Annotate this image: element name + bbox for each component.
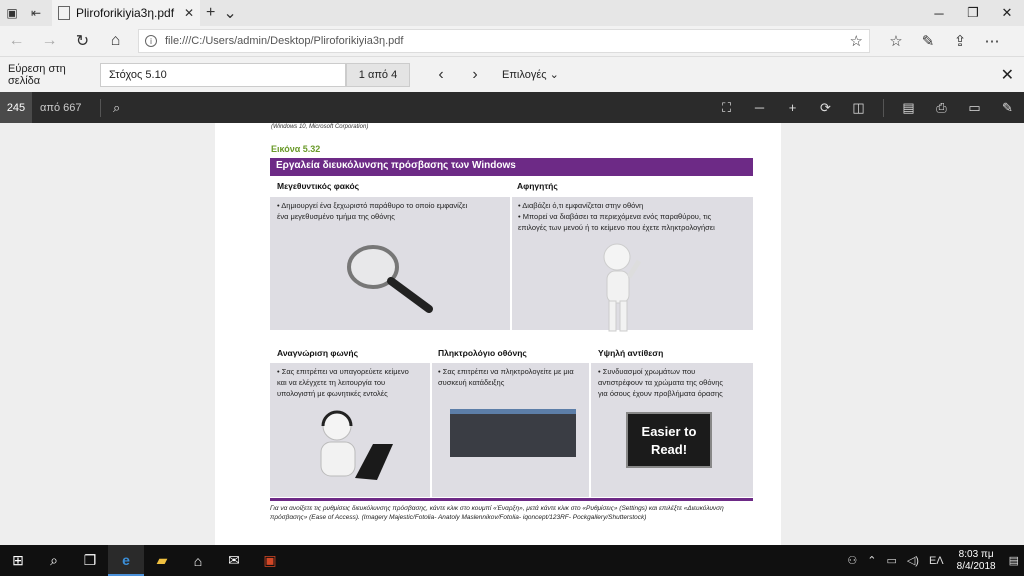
- address-field[interactable]: i file:///C:/Users/admin/Desktop/Plirofo…: [138, 29, 870, 53]
- mail-icon[interactable]: ✉: [216, 545, 252, 576]
- save-icon[interactable]: ▭: [958, 100, 991, 116]
- cell-title: Μεγεθυντικός φακός: [277, 181, 360, 191]
- headset-figure-icon: [320, 410, 393, 480]
- favorite-star-icon[interactable]: ☆: [850, 32, 863, 50]
- tab-active[interactable]: Pliroforikiyia3η.pdf ✕: [52, 0, 200, 26]
- taskbar: ⊞ ⌕ ❐ e ▰ ⌂ ✉ ▣ ⚇ ⌃ ▭ ◁) ΕΛ 8:03 πμ 8/4/…: [0, 545, 1024, 576]
- page-layout-icon[interactable]: ◫: [842, 100, 875, 116]
- close-window-button[interactable]: ✕: [990, 0, 1024, 26]
- task-view-icon[interactable]: ❐: [72, 545, 108, 576]
- close-tab-icon[interactable]: ✕: [184, 6, 194, 20]
- narrator-figure-icon: [603, 243, 642, 332]
- home-button[interactable]: ⌂: [99, 26, 132, 56]
- cell-title: Υψηλή αντίθεση: [598, 348, 664, 358]
- speech-bullets: • Σας επιτρέπει να υπαγορεύετε κείμενο κ…: [277, 367, 409, 398]
- print-icon[interactable]: ⎙: [925, 100, 958, 116]
- page-count: από 667: [40, 101, 82, 114]
- share-icon[interactable]: ⇪: [944, 32, 976, 50]
- notifications-icon[interactable]: ▤: [1004, 554, 1024, 567]
- figure-label: Εικόνα 5.32: [271, 144, 321, 154]
- tab-title: Pliroforikiyia3η.pdf: [76, 6, 175, 20]
- find-count: 1 από 4: [346, 62, 410, 87]
- url-text: file:///C:/Users/admin/Desktop/Plirofori…: [165, 35, 404, 47]
- save-as-icon[interactable]: ✎: [991, 100, 1024, 116]
- tab-preview-chevron-icon[interactable]: ⌄: [223, 3, 236, 23]
- powerpoint-icon[interactable]: ▣: [252, 545, 288, 576]
- notes-pen-icon[interactable]: ✎: [912, 32, 944, 50]
- clock-date: 8/4/2018: [956, 560, 996, 572]
- find-input[interactable]: Στόχος 5.10: [100, 62, 346, 87]
- tab-bar: ▣ ⇤ Pliroforikiyia3η.pdf ✕ + ⌄ ─ ❐ ✕: [0, 0, 1024, 26]
- refresh-button[interactable]: ↻: [66, 26, 99, 56]
- find-options-dropdown[interactable]: Επιλογές ⌄: [502, 68, 559, 81]
- favorites-hub-icon[interactable]: ☆: [880, 32, 912, 50]
- network-icon[interactable]: ▭: [881, 554, 901, 567]
- forward-button[interactable]: →: [33, 26, 66, 56]
- fit-page-icon[interactable]: ⛶: [710, 100, 743, 116]
- find-query: Στόχος 5.10: [109, 68, 167, 81]
- start-windows-icon[interactable]: ⊞: [0, 545, 36, 576]
- clock[interactable]: 8:03 πμ 8/4/2018: [949, 549, 1004, 573]
- zoom-out-icon[interactable]: ─: [743, 100, 776, 115]
- rotate-icon[interactable]: ⟳: [809, 100, 842, 116]
- search-icon[interactable]: ⌕: [113, 100, 120, 116]
- tab-manager-icon[interactable]: ▣: [0, 1, 24, 25]
- minimize-button[interactable]: ─: [922, 0, 956, 26]
- search-icon[interactable]: ⌕: [36, 545, 72, 576]
- find-prev-button[interactable]: ‹: [424, 66, 458, 84]
- cell-title: Αναγνώριση φωνής: [277, 348, 358, 358]
- edge-browser-icon[interactable]: e: [108, 545, 144, 576]
- find-next-button[interactable]: ›: [458, 66, 492, 84]
- divider: [100, 98, 101, 117]
- divider: [883, 98, 884, 117]
- find-bar: Εύρεση στη σελίδα Στόχος 5.10 1 από 4 ‹ …: [0, 56, 1024, 92]
- magnifier-bullets: • Δημιουργεί ένα ξεχωριστό παράθυρο το ο…: [277, 201, 468, 221]
- file-explorer-icon[interactable]: ▰: [144, 545, 180, 576]
- pdf-page: (Windows 10, Microsoft Corporation) Εικό…: [215, 123, 781, 545]
- cell-title: Πληκτρολόγιο οθόνης: [438, 348, 527, 358]
- set-aside-tabs-icon[interactable]: ⇤: [24, 1, 48, 25]
- volume-icon[interactable]: ◁): [902, 554, 924, 567]
- high-contrast-sample: Easier to Read!: [626, 412, 712, 468]
- back-button[interactable]: ←: [0, 26, 33, 56]
- store-icon[interactable]: ⌂: [180, 545, 216, 576]
- more-menu-icon[interactable]: ⋯: [976, 32, 1008, 50]
- zoom-in-icon[interactable]: +: [776, 100, 809, 115]
- restore-button[interactable]: ❐: [956, 0, 990, 26]
- info-icon[interactable]: i: [145, 35, 157, 47]
- read-aloud-icon[interactable]: ▤: [892, 100, 925, 116]
- clock-time: 8:03 πμ: [958, 548, 994, 560]
- onscreen-keyboard-icon: [450, 409, 576, 457]
- keyboard-bullets: • Σας επιτρέπει να πληκτρολογείτε με μια…: [438, 367, 574, 387]
- pdf-toolbar: 245 από 667 ⌕ ⛶ ─ + ⟳ ◫ ▤ ⎙ ▭ ✎: [0, 92, 1024, 123]
- find-label: Εύρεση στη σελίδα: [8, 62, 66, 87]
- address-toolbar: ← → ↻ ⌂ i file:///C:/Users/admin/Desktop…: [0, 26, 1024, 56]
- pdf-icon: [58, 6, 70, 20]
- narrator-bullets: • Διαβάζει ό,τι εμφανίζεται στην οθόνη • …: [518, 201, 715, 232]
- table-bottom-rule: [270, 498, 753, 501]
- show-hidden-icons-chevron-icon[interactable]: ⌃: [862, 554, 881, 567]
- contrast-bullets: • Συνδυασμοί χρωμάτων που αντιστρέφουν τ…: [598, 367, 724, 398]
- find-close-icon[interactable]: ✕: [1001, 65, 1014, 85]
- language-indicator[interactable]: ΕΛ: [924, 555, 949, 567]
- magnifier-glass-icon: [347, 245, 433, 313]
- figure-caption: Για να ανοίξετε τις ρυθμίσεις διευκόλυνσ…: [270, 505, 724, 521]
- cell-title: Αφηγητής: [517, 181, 558, 191]
- page-number-input[interactable]: 245: [0, 92, 32, 123]
- people-icon[interactable]: ⚇: [842, 554, 862, 567]
- pdf-viewer[interactable]: (Windows 10, Microsoft Corporation) Εικό…: [0, 123, 1024, 545]
- table-title: Εργαλεία διευκόλυνσης πρόσβασης των Wind…: [270, 158, 753, 176]
- new-tab-button[interactable]: +: [206, 4, 215, 22]
- image-credit: (Windows 10, Microsoft Corporation): [271, 124, 369, 130]
